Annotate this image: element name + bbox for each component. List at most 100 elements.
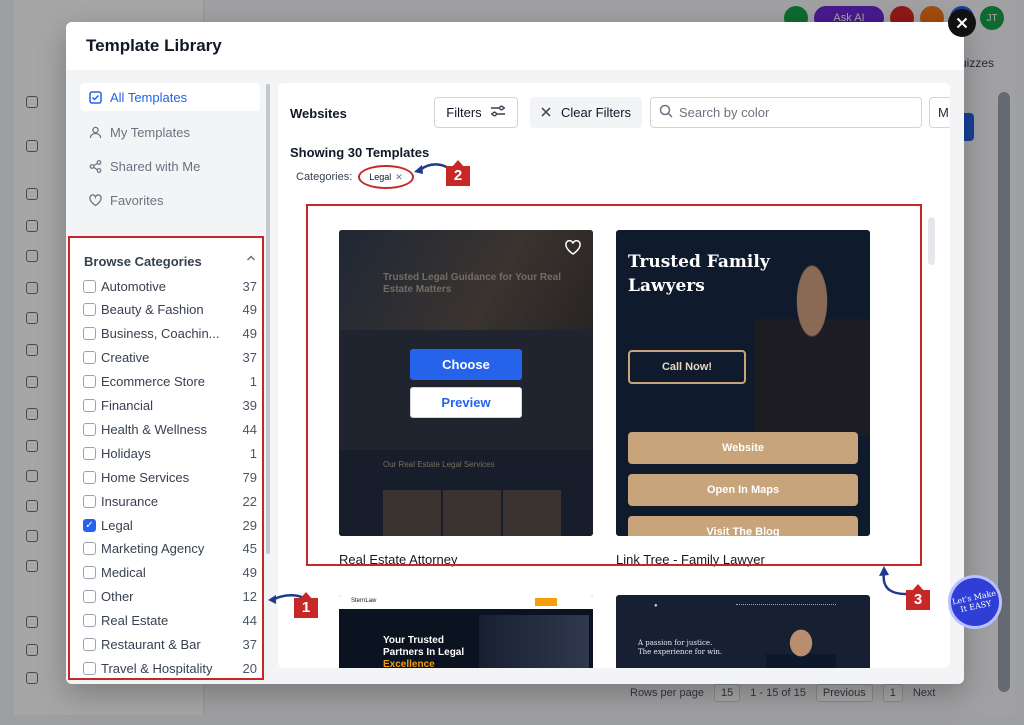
template-card[interactable]: ● A passion for justice. The experience … xyxy=(616,595,870,668)
category-row-restaurant-bar[interactable]: Restaurant & Bar 37 xyxy=(83,633,257,657)
category-row-health-wellness[interactable]: Health & Wellness 44 xyxy=(83,417,257,441)
category-name: Restaurant & Bar xyxy=(101,637,201,652)
chip-remove-icon[interactable]: ✕ xyxy=(395,172,403,183)
category-count: 49 xyxy=(242,565,257,581)
close-icon xyxy=(956,17,968,29)
legal-filter-chip[interactable]: Legal ✕ xyxy=(358,165,414,189)
nav-label: Shared with Me xyxy=(110,158,201,174)
category-row-legal[interactable]: ✓ Legal 29 xyxy=(83,513,257,537)
nav-label: My Templates xyxy=(110,124,190,140)
nav-label: All Templates xyxy=(110,89,188,105)
thumbnail-tagline: A passion for justice. The experience fo… xyxy=(638,639,722,657)
category-checkbox[interactable] xyxy=(83,470,96,484)
category-count: 12 xyxy=(242,589,257,605)
favorite-heart-icon[interactable] xyxy=(565,239,581,260)
left-panel-scrollbar[interactable] xyxy=(266,84,270,554)
nav-shared-with-me[interactable]: Shared with Me xyxy=(80,152,260,180)
section-title: Websites xyxy=(290,106,347,121)
nav-my-templates[interactable]: My Templates xyxy=(80,118,260,146)
browse-categories-panel: Browse Categories Automotive 37 Beauty & F… xyxy=(68,236,264,680)
category-row-business-coachin[interactable]: Business, Coachin... 49 xyxy=(83,322,257,346)
category-name: Insurance xyxy=(101,493,159,509)
category-name: Travel & Hospitality xyxy=(101,660,213,676)
category-count: 79 xyxy=(242,469,257,485)
template-thumbnail[interactable]: Trusted Legal Guidance for Your Real Est… xyxy=(339,230,593,536)
category-name: Other xyxy=(101,589,134,605)
category-checkbox[interactable] xyxy=(83,279,96,293)
category-name: Holidays xyxy=(101,445,151,461)
close-modal-button[interactable] xyxy=(948,9,976,37)
template-thumbnail[interactable]: Trusted Family Lawyers Call Now! Website… xyxy=(616,230,870,536)
category-checkbox[interactable] xyxy=(83,590,96,604)
chevron-up-icon[interactable] xyxy=(246,252,256,266)
clear-filters-label: Clear Filters xyxy=(560,105,632,120)
user-icon xyxy=(88,125,102,139)
nav-all-templates[interactable]: All Templates xyxy=(80,83,260,111)
thumbnail-call-now: Call Now! xyxy=(628,350,746,384)
category-name: Automotive xyxy=(101,278,167,294)
category-count: 44 xyxy=(242,613,257,629)
annotation-badge-3: 3 xyxy=(906,584,930,610)
category-checkbox[interactable]: ✓ xyxy=(83,518,96,532)
category-checkbox[interactable] xyxy=(83,614,96,628)
category-count: 22 xyxy=(242,493,257,509)
category-name: Marketing Agency xyxy=(101,541,205,557)
category-row-home-services[interactable]: Home Services 79 xyxy=(83,465,257,489)
category-count: 37 xyxy=(242,278,257,294)
categories-filter-label: Categories: xyxy=(296,171,353,183)
annotation-badge-1: 1 xyxy=(294,592,318,618)
nav-favorites[interactable]: Favorites xyxy=(80,186,260,214)
category-checkbox[interactable] xyxy=(83,566,96,580)
category-row-beauty-fashion[interactable]: Beauty & Fashion 49 xyxy=(83,298,257,322)
category-row-travel-hospitality[interactable]: Travel & Hospitality 20 xyxy=(83,656,257,678)
category-row-holidays[interactable]: Holidays 1 xyxy=(83,441,257,465)
category-checkbox[interactable] xyxy=(83,351,96,365)
category-checkbox[interactable] xyxy=(83,399,96,412)
category-count: 45 xyxy=(242,541,257,557)
template-thumbnail[interactable]: SternLaw Your Trusted Partners In Legal … xyxy=(339,595,593,668)
template-card[interactable]: SternLaw Your Trusted Partners In Legal … xyxy=(339,595,593,668)
category-count: 44 xyxy=(242,421,257,437)
category-checkbox[interactable] xyxy=(83,446,96,460)
hero-line: Partners In Legal xyxy=(383,647,465,658)
category-row-insurance[interactable]: Insurance 22 xyxy=(83,489,257,513)
category-checkbox[interactable] xyxy=(83,422,96,436)
modal-header: Template Library xyxy=(66,22,964,70)
sort-dropdown[interactable]: M xyxy=(929,97,950,128)
category-count: 1 xyxy=(249,445,257,461)
thumbnail-nav xyxy=(736,604,836,608)
preview-button[interactable]: Preview xyxy=(410,387,522,418)
thumbnail-brand: SternLaw xyxy=(351,598,377,604)
category-row-automotive[interactable]: Automotive 37 xyxy=(83,274,257,298)
browse-categories-heading: Browse Categories xyxy=(84,254,202,269)
category-checkbox[interactable] xyxy=(83,542,96,556)
filters-button[interactable]: Filters xyxy=(434,97,518,128)
templates-scrollbar[interactable] xyxy=(928,217,935,265)
category-checkbox[interactable] xyxy=(83,661,96,675)
category-row-medical[interactable]: Medical 49 xyxy=(83,561,257,585)
template-card-link-tree-family-lawyer[interactable]: Trusted Family Lawyers Call Now! Website… xyxy=(616,230,870,576)
thumbnail-blog-button: Visit The Blog xyxy=(628,516,858,536)
category-row-marketing-agency[interactable]: Marketing Agency 45 xyxy=(83,537,257,561)
template-card-real-estate-attorney[interactable]: Trusted Legal Guidance for Your Real Est… xyxy=(339,230,593,576)
category-checkbox[interactable] xyxy=(83,638,96,651)
category-checkbox[interactable] xyxy=(83,375,96,389)
choose-button[interactable]: Choose xyxy=(410,349,522,380)
search-input[interactable] xyxy=(679,105,899,120)
hero-line: Excellence xyxy=(383,659,435,668)
clear-filters-button[interactable]: Clear Filters xyxy=(530,97,642,128)
category-row-other[interactable]: Other 12 xyxy=(83,585,257,609)
category-row-real-estate[interactable]: Real Estate 44 xyxy=(83,609,257,633)
category-checkbox[interactable] xyxy=(83,327,96,341)
tagline-line: The experience for win. xyxy=(638,648,723,656)
category-checkbox[interactable] xyxy=(83,494,96,508)
heart-icon xyxy=(88,193,102,207)
template-thumbnail[interactable]: ● A passion for justice. The experience … xyxy=(616,595,870,668)
category-row-creative[interactable]: Creative 37 xyxy=(83,346,257,370)
filters-label: Filters xyxy=(446,105,482,120)
category-row-financial[interactable]: Financial 39 xyxy=(83,394,257,418)
search-by-color-field[interactable] xyxy=(650,97,922,128)
category-name: Creative xyxy=(101,350,150,366)
category-checkbox[interactable] xyxy=(83,303,96,317)
category-row-ecommerce-store[interactable]: Ecommerce Store 1 xyxy=(83,370,257,394)
